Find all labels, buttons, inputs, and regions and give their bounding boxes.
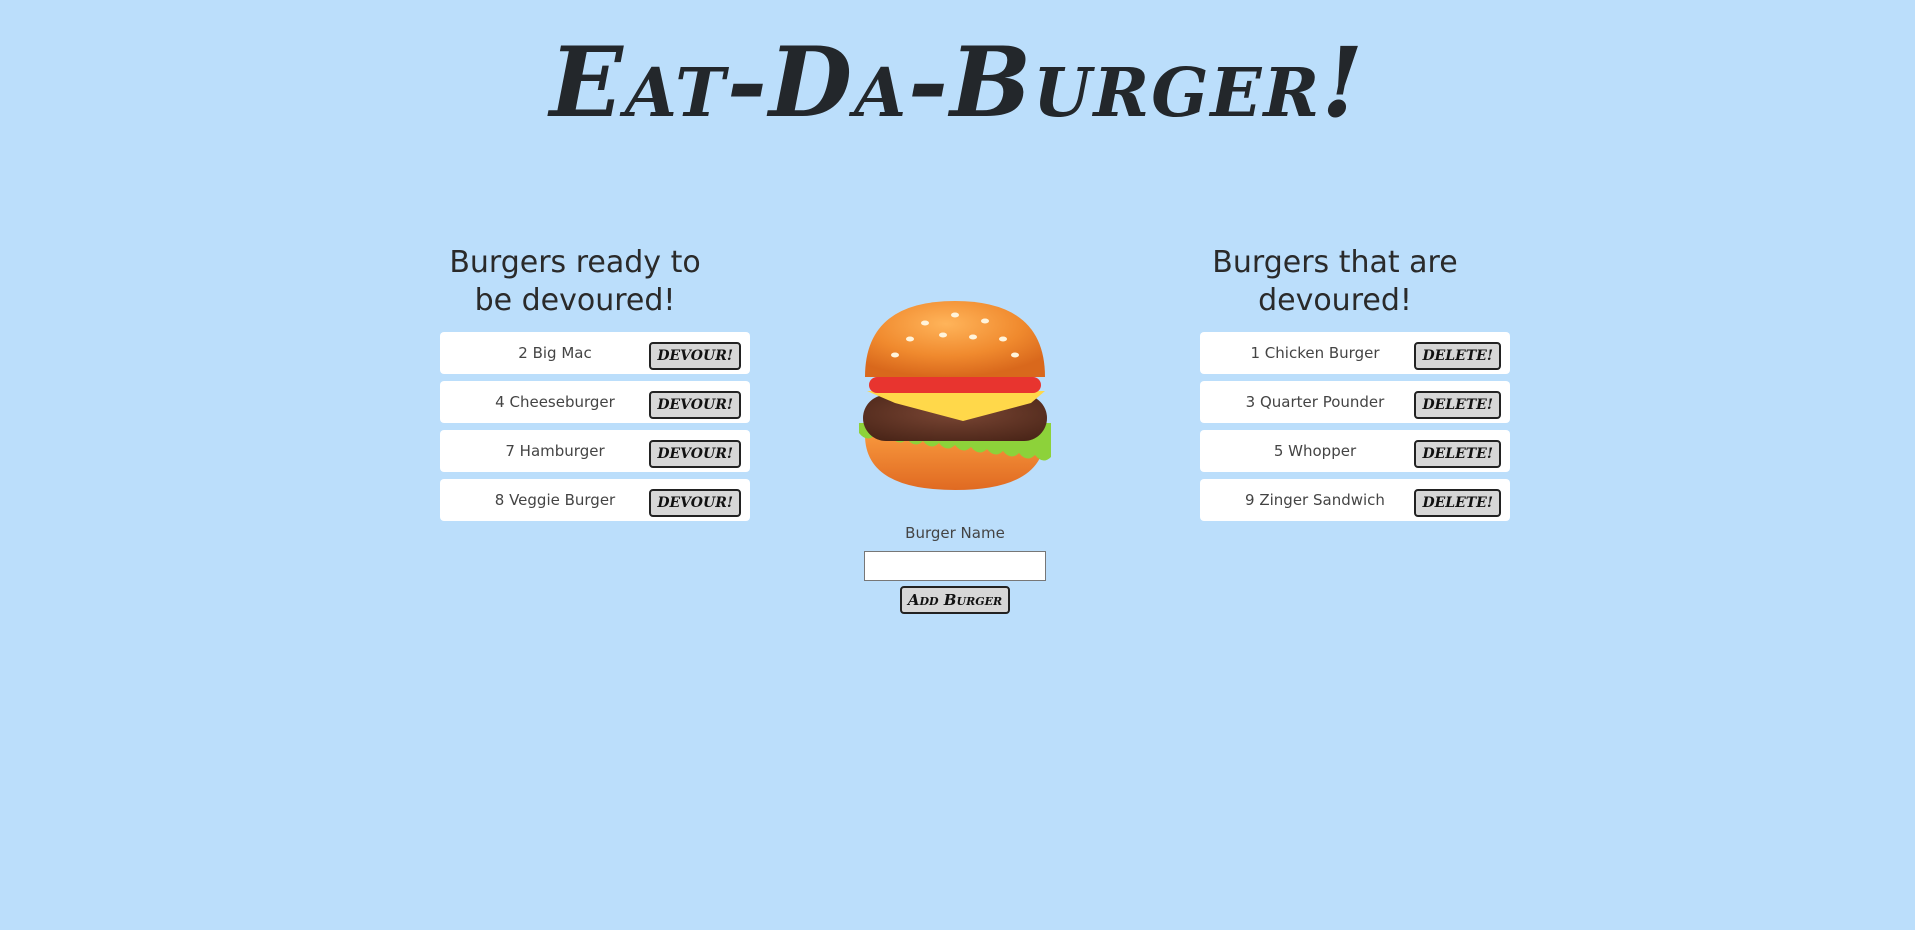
burger-name-label: 4 Cheeseburger	[495, 393, 615, 411]
delete-button[interactable]: DELETE!	[1414, 489, 1501, 517]
add-burger-button[interactable]: Add Burger	[899, 586, 1011, 614]
burger-name-label: 8 Veggie Burger	[494, 491, 616, 509]
list-item: 5 Whopper DELETE!	[1200, 430, 1510, 472]
devour-button[interactable]: DEVOUR!	[649, 391, 741, 419]
ready-burgers-heading: Burgers ready to be devoured!	[449, 245, 701, 318]
ready-burgers-list: 2 Big Mac DEVOUR! 4 Cheeseburger DEVOUR!…	[440, 332, 750, 521]
list-item: 8 Veggie Burger DEVOUR!	[440, 479, 750, 521]
list-item: 1 Chicken Burger DELETE!	[1200, 332, 1510, 374]
list-item: 3 Quarter Pounder DELETE!	[1200, 381, 1510, 423]
burger-name-label: 2 Big Mac	[518, 344, 592, 362]
devoured-burgers-column: Burgers that are devoured! 1 Chicken Bur…	[1200, 244, 1510, 528]
ready-burgers-column: Burgers ready to be devoured! 2 Big Mac …	[440, 244, 750, 528]
devour-button[interactable]: DEVOUR!	[649, 489, 741, 517]
burger-name-label: 5 Whopper	[1273, 442, 1357, 460]
devour-button[interactable]: DEVOUR!	[649, 440, 741, 468]
add-burger-panel: Burger Name Add Burger	[855, 295, 1055, 614]
list-item: 9 Zinger Sandwich DELETE!	[1200, 479, 1510, 521]
burger-name-label: 7 Hamburger	[505, 442, 605, 460]
list-item: 7 Hamburger DEVOUR!	[440, 430, 750, 472]
burger-name-label: 1 Chicken Burger	[1250, 344, 1380, 362]
devoured-burgers-list: 1 Chicken Burger DELETE! 3 Quarter Pound…	[1200, 332, 1510, 521]
burger-name-label: 9 Zinger Sandwich	[1245, 491, 1385, 509]
list-item: 4 Cheeseburger DEVOUR!	[440, 381, 750, 423]
page-title: Eat-Da-Burger!	[549, 26, 1366, 139]
delete-button[interactable]: DELETE!	[1414, 440, 1501, 468]
burger-name-input[interactable]	[864, 551, 1046, 581]
burger-name-label: Burger Name	[905, 524, 1005, 542]
hamburger-emoji-icon	[859, 301, 1051, 490]
delete-button[interactable]: DELETE!	[1414, 342, 1501, 370]
devoured-burgers-heading: Burgers that are devoured!	[1212, 245, 1458, 318]
burger-name-label: 3 Quarter Pounder	[1245, 393, 1385, 411]
list-item: 2 Big Mac DEVOUR!	[440, 332, 750, 374]
devour-button[interactable]: DEVOUR!	[649, 342, 741, 370]
delete-button[interactable]: DELETE!	[1414, 391, 1501, 419]
